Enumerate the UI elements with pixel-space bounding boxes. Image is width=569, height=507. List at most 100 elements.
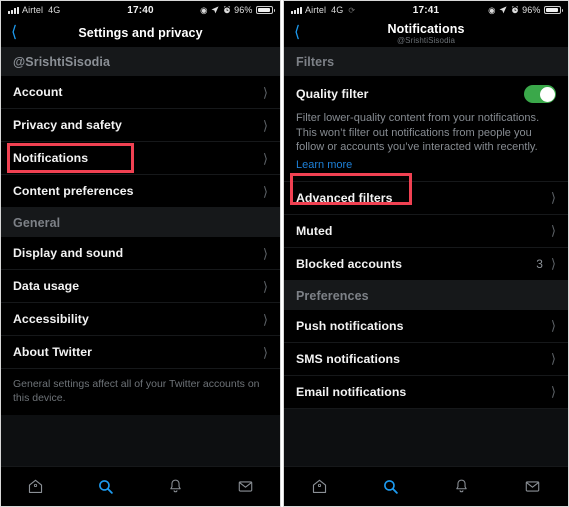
list-empty-space (284, 408, 568, 466)
search-icon (99, 480, 113, 494)
settings-row-account[interactable]: Account ⟩ (1, 76, 280, 109)
envelope-icon (525, 481, 540, 492)
row-label: Blocked accounts (296, 256, 403, 271)
left-nav-titles: Settings and privacy (1, 19, 280, 47)
chevron-right-icon: ⟩ (550, 223, 556, 239)
tab-search[interactable] (355, 467, 426, 506)
tab-notifications[interactable] (141, 467, 211, 506)
battery-percent: 96% (234, 5, 253, 15)
row-accessory: ⟩ (263, 280, 268, 293)
settings-row-privacy-and-safety[interactable]: Privacy and safety ⟩ (1, 109, 280, 142)
row-label: SMS notifications (296, 351, 401, 366)
filter-row-blocked-accounts[interactable]: Blocked accounts 3 ⟩ (284, 247, 568, 281)
row-label: Advanced filters (296, 190, 393, 205)
row-accessory: ⟩ (263, 86, 268, 99)
chevron-right-icon: ⟩ (550, 256, 556, 272)
row-accessory (524, 85, 556, 103)
search-icon (384, 480, 398, 494)
row-accessory: ⟩ (263, 152, 268, 165)
location-arrow-icon (499, 6, 507, 14)
left-settings-list[interactable]: @SrishtiSisodia Account ⟩ Privacy and sa… (1, 47, 280, 466)
chevron-right-icon: ⟩ (262, 150, 268, 166)
row-accessory: ⟩ (263, 247, 268, 260)
battery-percent: 96% (522, 5, 541, 15)
quality-filter-description: Filter lower-quality content from your n… (284, 109, 568, 182)
description-text: Filter lower-quality content from your n… (296, 112, 540, 154)
right-notifications-list[interactable]: Filters Quality filter Filter lower-qual… (284, 47, 568, 466)
circle-icon: ◉ (488, 4, 496, 15)
right-tab-bar[interactable] (284, 466, 568, 506)
quality-filter-toggle[interactable] (524, 85, 556, 103)
row-accessory: ⟩ (263, 119, 268, 132)
alarm-clock-icon (511, 5, 519, 14)
left-tab-bar[interactable] (1, 466, 280, 506)
list-empty-space (1, 415, 280, 466)
alarm-clock-icon (223, 5, 231, 14)
page-title: Notifications (387, 21, 465, 36)
right-nav-bar: ⟨ Notifications @SrishtiSisodia (284, 19, 568, 47)
learn-more-link[interactable]: Learn more (296, 159, 352, 171)
row-label: Accessibility (13, 312, 89, 326)
chevron-right-icon: ⟩ (550, 351, 556, 367)
bell-icon (170, 479, 181, 493)
general-settings-note: General settings affect all of your Twit… (1, 369, 280, 416)
chevron-right-icon: ⟩ (262, 311, 268, 327)
row-accessory: 3 ⟩ (536, 257, 556, 271)
page-title: Settings and privacy (78, 26, 203, 40)
chevron-right-icon: ⟩ (550, 384, 556, 400)
settings-row-accessibility[interactable]: Accessibility ⟩ (1, 303, 280, 336)
chevron-right-icon: ⟩ (262, 278, 268, 294)
tab-home[interactable] (284, 467, 355, 506)
right-status-bar: Airtel 4G ⟳ 17:41 ◉ 96% (284, 1, 568, 19)
section-header-filters: Filters (284, 47, 568, 76)
row-label: Email notifications (296, 384, 407, 399)
left-phone-screen: Airtel 4G 17:40 ◉ 96% ⟨ Settings and pri… (0, 0, 281, 507)
row-accessory: ⟩ (551, 319, 556, 332)
row-label: Content preferences (13, 184, 134, 198)
row-accessory: ⟩ (551, 385, 556, 398)
filter-row-muted[interactable]: Muted ⟩ (284, 214, 568, 248)
row-accessory: ⟩ (551, 191, 556, 204)
status-right-group: ◉ 96% (200, 5, 275, 15)
filter-row-advanced-filters[interactable]: Advanced filters ⟩ (284, 181, 568, 215)
settings-row-data-usage[interactable]: Data usage ⟩ (1, 270, 280, 303)
section-header-preferences: Preferences (284, 280, 568, 310)
row-label: Muted (296, 223, 333, 238)
quality-filter-row[interactable]: Quality filter (284, 76, 568, 109)
row-label: Push notifications (296, 318, 404, 333)
preference-row-email-notifications[interactable]: Email notifications ⟩ (284, 375, 568, 409)
settings-row-notifications[interactable]: Notifications ⟩ (1, 142, 280, 175)
tab-search[interactable] (71, 467, 141, 506)
row-label: About Twitter (13, 345, 92, 359)
settings-row-display-and-sound[interactable]: Display and sound ⟩ (1, 237, 280, 270)
row-label: Display and sound (13, 246, 124, 260)
chevron-right-icon: ⟩ (262, 84, 268, 100)
preference-row-push-notifications[interactable]: Push notifications ⟩ (284, 309, 568, 343)
location-arrow-icon (211, 6, 219, 14)
right-nav-titles: Notifications @SrishtiSisodia (284, 19, 568, 47)
back-button[interactable]: ⟨ (294, 25, 308, 41)
preference-row-sms-notifications[interactable]: SMS notifications ⟩ (284, 342, 568, 376)
blocked-accounts-count: 3 (536, 256, 543, 271)
chevron-right-icon: ⟩ (262, 245, 268, 261)
tab-messages[interactable] (210, 467, 280, 506)
page-subtitle: @SrishtiSisodia (396, 35, 456, 45)
row-label: Quality filter (296, 87, 369, 101)
back-button[interactable]: ⟨ (11, 25, 25, 41)
settings-row-about-twitter[interactable]: About Twitter ⟩ (1, 336, 280, 369)
settings-row-content-preferences[interactable]: Content preferences ⟩ (1, 175, 280, 208)
row-accessory: ⟩ (263, 346, 268, 359)
row-accessory: ⟩ (551, 224, 556, 237)
battery-icon (256, 6, 275, 14)
toggle-knob (539, 86, 555, 102)
home-icon (312, 479, 327, 493)
chevron-right-icon: ⟩ (550, 318, 556, 334)
chevron-right-icon: ⟩ (262, 117, 268, 133)
tab-messages[interactable] (497, 467, 568, 506)
row-label: Notifications (13, 151, 89, 165)
tab-home[interactable] (1, 467, 71, 506)
tab-notifications[interactable] (426, 467, 497, 506)
bell-icon (456, 479, 467, 493)
home-icon (29, 479, 43, 493)
left-status-bar: Airtel 4G 17:40 ◉ 96% (1, 1, 280, 19)
